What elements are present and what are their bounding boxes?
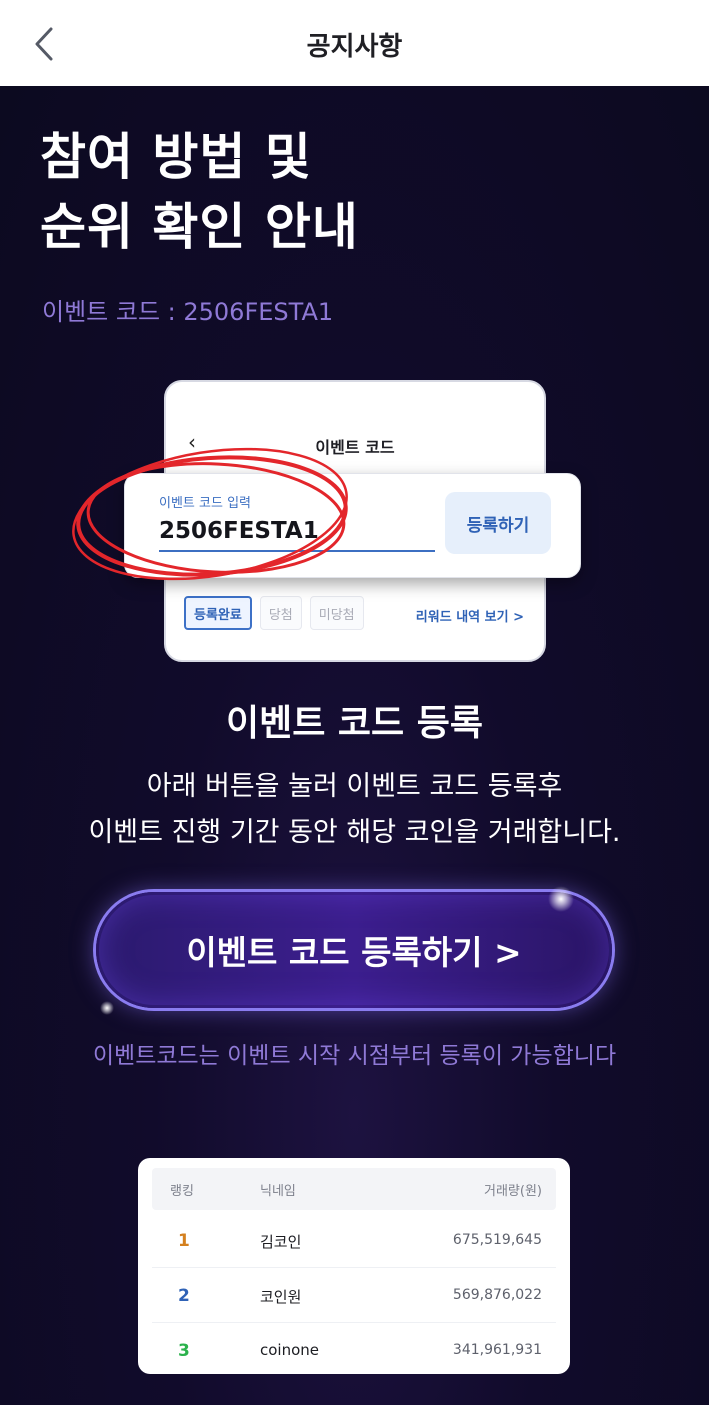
mockup-tab-registered: 등록완료 bbox=[184, 596, 252, 630]
description-line-1: 아래 버튼을 눌러 이벤트 코드 등록후 bbox=[146, 771, 563, 802]
trade-volume: 341,961,931 bbox=[452, 1342, 542, 1358]
table-row: 2 코인원 569,876,022 bbox=[152, 1268, 556, 1323]
table-row: 3 coinone 341,961,931 bbox=[152, 1323, 556, 1374]
event-code-label: 이벤트 코드 : 2506FESTA1 bbox=[42, 298, 334, 326]
column-nickname: 닉네임 bbox=[260, 1184, 296, 1199]
registration-description: 아래 버튼을 눌러 이벤트 코드 등록후 이벤트 진행 기간 동안 해당 코인을… bbox=[0, 764, 709, 856]
mockup-tabs: 등록완료 당첨 미당첨 bbox=[184, 596, 364, 630]
top-bar: 공지사항 bbox=[0, 0, 709, 86]
ranking-header: 랭킹 닉네임 거래량(원) bbox=[152, 1168, 556, 1210]
headline-line-1: 참여 방법 및 bbox=[40, 128, 312, 186]
mockup-tab-won: 당첨 bbox=[259, 596, 302, 630]
registration-note: 이벤트코드는 이벤트 시작 시점부터 등록이 가능합니다 bbox=[92, 1043, 617, 1069]
nickname: coinone bbox=[260, 1341, 320, 1359]
trade-volume: 569,876,022 bbox=[452, 1287, 542, 1303]
trade-volume: 675,519,645 bbox=[452, 1232, 542, 1248]
column-rank: 랭킹 bbox=[170, 1184, 194, 1199]
mockup-title: 이벤트 코드 bbox=[315, 438, 395, 457]
mockup-input-card: 이벤트 코드 입력 2506FESTA1 등록하기 bbox=[124, 473, 581, 578]
nickname: 코인원 bbox=[260, 1288, 302, 1306]
sparkle-icon bbox=[100, 1001, 114, 1015]
page-title: 공지사항 bbox=[306, 32, 403, 62]
ranking-table: 랭킹 닉네임 거래량(원) 1 김코인 675,519,645 2 코인원 56… bbox=[138, 1158, 570, 1374]
description-line-2: 이벤트 진행 기간 동안 해당 코인을 거래합니다. bbox=[88, 817, 621, 848]
register-event-code-button[interactable]: 이벤트 코드 등록하기 > bbox=[96, 892, 612, 1008]
mockup-input-value: 2506FESTA1 bbox=[159, 518, 319, 544]
rank-number: 3 bbox=[178, 1341, 190, 1361]
sparkle-icon bbox=[548, 886, 574, 912]
nickname: 김코인 bbox=[260, 1233, 302, 1251]
registration-title: 이벤트 코드 등록 bbox=[226, 703, 483, 744]
mockup-tab-not-won: 미당첨 bbox=[309, 596, 364, 630]
table-row: 1 김코인 675,519,645 bbox=[152, 1213, 556, 1268]
mockup-register-button: 등록하기 bbox=[445, 492, 551, 554]
mockup-reward-link: 리워드 내역 보기 > bbox=[415, 610, 524, 625]
notice-content: 참여 방법 및 순위 확인 안내 이벤트 코드 : 2506FESTA1 ‹ 이… bbox=[0, 86, 709, 1405]
register-button-label: 이벤트 코드 등록하기 > bbox=[186, 933, 522, 972]
rank-number: 2 bbox=[178, 1286, 190, 1306]
column-volume: 거래량(원) bbox=[484, 1184, 542, 1199]
rank-number: 1 bbox=[178, 1231, 190, 1251]
mockup-input-label: 이벤트 코드 입력 bbox=[159, 496, 251, 511]
headline: 참여 방법 및 순위 확인 안내 bbox=[40, 122, 359, 262]
mockup-input-underline bbox=[159, 550, 435, 552]
headline-line-2: 순위 확인 안내 bbox=[40, 198, 359, 256]
